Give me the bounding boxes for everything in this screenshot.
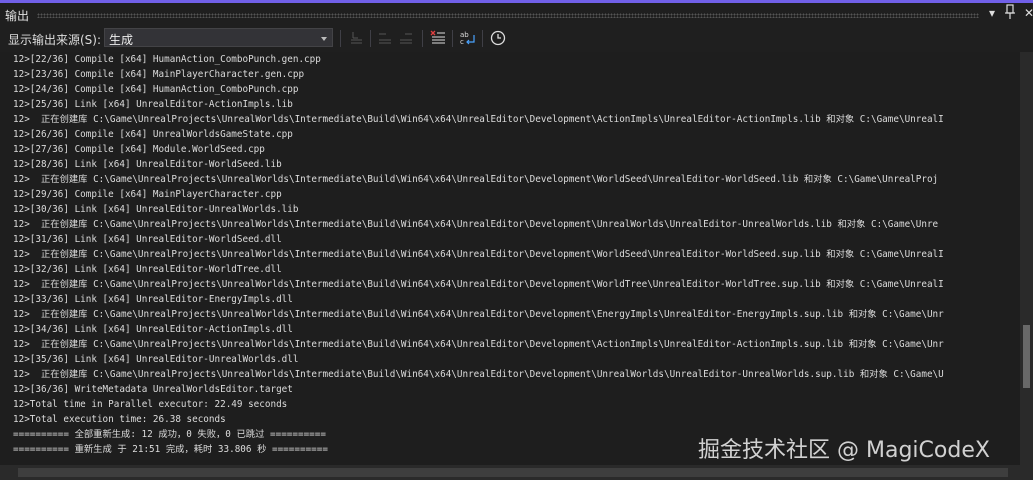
divider xyxy=(370,30,371,47)
vertical-scrollbar[interactable] xyxy=(1020,52,1033,465)
divider xyxy=(422,30,423,47)
output-line: 12>[26/36] Compile [x64] UnrealWorldsGam… xyxy=(13,129,293,140)
panel-title: 输出 xyxy=(5,9,30,23)
vertical-scrollbar-thumb[interactable] xyxy=(1023,325,1030,388)
horizontal-scrollbar[interactable] xyxy=(0,465,1033,480)
output-line: 12> 正在创建库 C:\Game\UnrealProjects\UnrealW… xyxy=(13,249,944,260)
pin-icon[interactable] xyxy=(1005,4,1015,23)
go-to-line-icon[interactable] xyxy=(347,29,365,47)
output-line: 12>[23/36] Compile [x64] MainPlayerChara… xyxy=(13,69,305,80)
output-line: 12> 正在创建库 C:\Game\UnrealProjects\UnrealW… xyxy=(13,114,944,125)
output-line: 12>[29/36] Compile [x64] MainPlayerChara… xyxy=(13,189,282,200)
output-text-area[interactable]: 12>[22/36] Compile [x64] HumanAction_Com… xyxy=(0,52,1020,465)
output-line: 12>Total execution time: 26.38 seconds xyxy=(13,414,226,425)
watermark: 掘金技术社区 @ MagiCodeX xyxy=(698,438,990,463)
svg-text:c: c xyxy=(460,38,464,46)
output-line: 12> 正在创建库 C:\Game\UnrealProjects\UnrealW… xyxy=(13,219,939,230)
divider xyxy=(340,30,341,47)
output-line: 12>[22/36] Compile [x64] HumanAction_Com… xyxy=(13,54,321,65)
output-line: 12>[24/36] Compile [x64] HumanAction_Com… xyxy=(13,84,299,95)
panel-titlebar: 输出 ▾ ✕ xyxy=(0,3,1033,25)
output-line: 12>[36/36] WriteMetadata UnrealWorldsEdi… xyxy=(13,384,293,395)
output-line: 12>[35/36] Link [x64] UnrealEditor-Unrea… xyxy=(13,354,299,365)
clock-icon[interactable] xyxy=(489,29,507,47)
output-line: 12>[32/36] Link [x64] UnrealEditor-World… xyxy=(13,264,282,275)
output-line: 12> 正在创建库 C:\Game\UnrealProjects\UnrealW… xyxy=(13,369,944,380)
divider xyxy=(482,30,483,47)
chevron-down-icon xyxy=(321,37,327,41)
output-line: 12> 正在创建库 C:\Game\UnrealProjects\UnrealW… xyxy=(13,309,944,320)
output-line: 12>[27/36] Compile [x64] Module.WorldSee… xyxy=(13,144,265,155)
output-line: 12>Total time in Parallel executor: 22.4… xyxy=(13,399,288,410)
output-source-label: 显示输出来源(S): xyxy=(8,33,102,47)
drag-grip[interactable] xyxy=(37,13,979,18)
output-line: 12> 正在创建库 C:\Game\UnrealProjects\UnrealW… xyxy=(13,174,939,185)
output-line: ========== 重新生成 于 21:51 完成，耗时 33.806 秒 =… xyxy=(13,444,328,455)
output-line: 12> 正在创建库 C:\Game\UnrealProjects\UnrealW… xyxy=(13,279,944,290)
output-line: 12> 正在创建库 C:\Game\UnrealProjects\UnrealW… xyxy=(13,339,944,350)
clear-all-icon[interactable] xyxy=(429,29,447,47)
output-line: 12>[25/36] Link [x64] UnrealEditor-Actio… xyxy=(13,99,293,110)
divider xyxy=(452,30,453,47)
next-message-icon[interactable] xyxy=(397,29,415,47)
output-source-select[interactable]: 生成 xyxy=(104,28,333,47)
horizontal-scrollbar-thumb[interactable] xyxy=(18,468,1008,477)
word-wrap-icon[interactable]: ab c xyxy=(459,29,477,47)
output-line: 12>[31/36] Link [x64] UnrealEditor-World… xyxy=(13,234,282,245)
output-source-value: 生成 xyxy=(109,33,134,47)
output-line: ========== 全部重新生成: 12 成功，0 失败，0 已跳过 ====… xyxy=(13,429,326,440)
close-icon[interactable]: ✕ xyxy=(1024,6,1033,20)
output-line: 12>[34/36] Link [x64] UnrealEditor-Actio… xyxy=(13,324,293,335)
output-toolbar: 显示输出来源(S): 生成 ab c xyxy=(0,25,1033,52)
output-line: 12>[33/36] Link [x64] UnrealEditor-Energ… xyxy=(13,294,293,305)
previous-message-icon[interactable] xyxy=(376,29,394,47)
output-line: 12>[28/36] Link [x64] UnrealEditor-World… xyxy=(13,159,282,170)
output-line: 12>[30/36] Link [x64] UnrealEditor-Unrea… xyxy=(13,204,299,215)
dropdown-icon[interactable]: ▾ xyxy=(989,6,995,20)
